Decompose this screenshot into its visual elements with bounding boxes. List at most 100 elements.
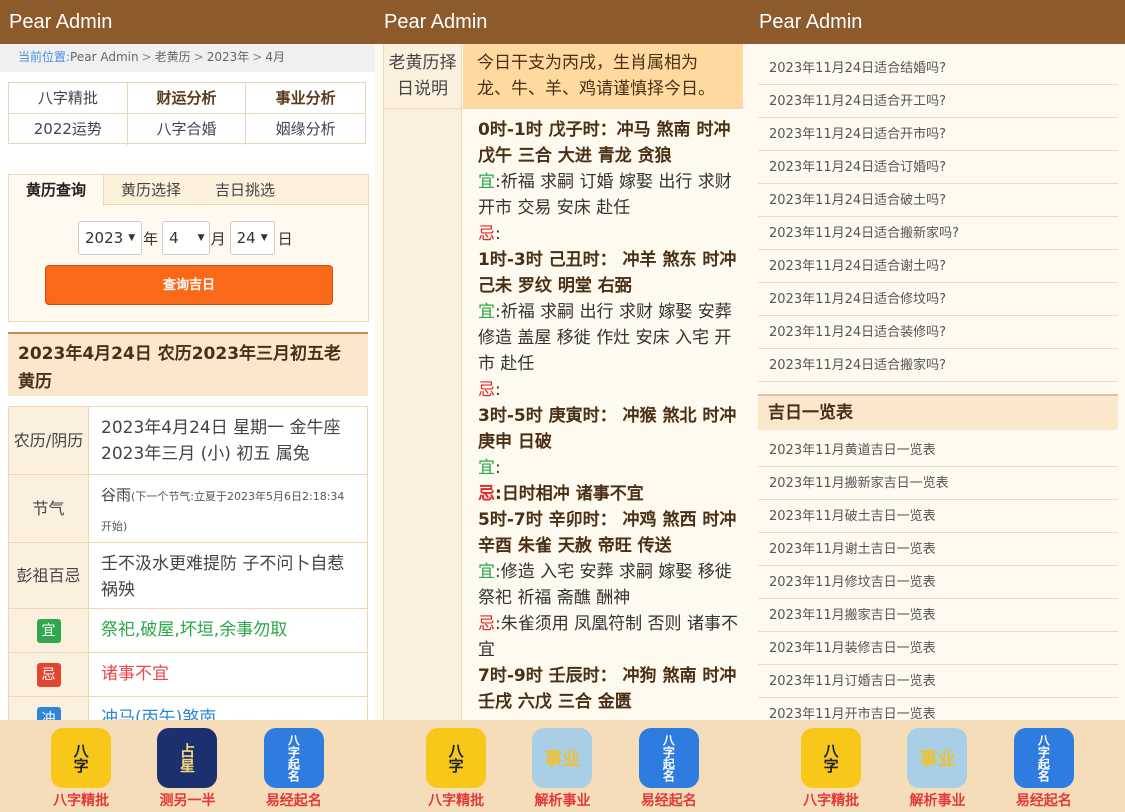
jieqi-value-cell: 谷雨(下一个节气:立夏于2023年5月6日2:18:34开始) bbox=[89, 475, 367, 542]
list-item[interactable]: 2023年11月24日适合谢土吗? bbox=[758, 250, 1118, 283]
hour-yi-text: 修造 入宅 安葬 求嗣 嫁娶 移徙 祭祀 祈福 斋醮 酬神 bbox=[478, 562, 732, 608]
colon: : bbox=[495, 484, 502, 504]
breadcrumb-month[interactable]: 4月 bbox=[265, 50, 285, 64]
nav-shiye[interactable]: 事业分析 bbox=[246, 83, 365, 114]
yi-label: 宜 bbox=[478, 172, 495, 192]
breadcrumb-separator: > bbox=[252, 50, 263, 64]
hour-title: 0时-1时 戊子时：冲马 煞南 时冲戊午 三合 大进 青龙 贪狼 bbox=[478, 120, 731, 166]
year-select[interactable]: 2023 ▼ bbox=[78, 221, 143, 255]
list-item[interactable]: 2023年11月24日适合搬新家吗? bbox=[758, 217, 1118, 250]
query-jiri-button[interactable]: 查询吉日 bbox=[45, 265, 333, 305]
hour-yi-text: 祈福 求嗣 出行 求财 嫁娶 安葬 修造 盖屋 移徙 作灶 安床 入宅 开市 赴… bbox=[478, 302, 732, 374]
app-naming[interactable]: 八字起名 易经起名 bbox=[999, 720, 1089, 812]
list-item[interactable]: 2023年11月黄道吉日一览表 bbox=[758, 434, 1118, 467]
yellow-calendar-label-col: 老黄历择日说明 bbox=[384, 44, 462, 724]
list-item[interactable]: 2023年11月24日适合修坟吗? bbox=[758, 283, 1118, 316]
jiri-section-title: 吉日一览表 bbox=[758, 394, 1118, 430]
app-label: 八字精批 bbox=[53, 793, 110, 809]
hour-ji: 忌:日时相冲 诸事不宜 bbox=[478, 481, 743, 507]
hour-list: 0时-1时 戊子时：冲马 煞南 时冲戊午 三合 大进 青龙 贪狼 宜:祈福 求嗣… bbox=[463, 110, 743, 715]
tab-huangli-query[interactable]: 黄历查询 bbox=[9, 175, 105, 206]
yi-tag: 宜 bbox=[36, 618, 61, 643]
hour-yi: 宜:祈福 求嗣 出行 求财 嫁娶 安葬 修造 盖屋 移徙 作灶 安床 入宅 开市… bbox=[478, 299, 743, 377]
query-tabs: 黄历查询 黄历选择 吉日挑选 bbox=[9, 175, 368, 206]
nav-bazi-hehun[interactable]: 八字合婚 bbox=[128, 114, 247, 145]
day-title: 2023年4月24日 农历2023年三月初五老黄历 bbox=[8, 332, 368, 396]
breadcrumb-home[interactable]: Pear Admin bbox=[70, 50, 139, 64]
jiri-list: 2023年11月黄道吉日一览表 2023年11月搬新家吉日一览表 2023年11… bbox=[758, 434, 1118, 731]
app-label: 八字精批 bbox=[428, 793, 485, 809]
list-item[interactable]: 2023年11月谢土吉日一览表 bbox=[758, 533, 1118, 566]
hour-block: 5时-7时 辛卯时： 冲鸡 煞西 时冲辛酉 朱雀 天赦 帝旺 传送 宜:修造 入… bbox=[478, 507, 743, 663]
list-item[interactable]: 2023年11月24日适合订婚吗? bbox=[758, 151, 1118, 184]
hour-yi: 宜:祈福 求嗣 订婚 嫁娶 出行 求财 开市 交易 安床 赴任 bbox=[478, 169, 743, 221]
ji-label: 忌 bbox=[478, 380, 495, 400]
list-item[interactable]: 2023年11月24日适合结婚吗? bbox=[758, 52, 1118, 85]
day-unit: 日 bbox=[277, 229, 293, 248]
pengzu-value: 壬不汲水更难提防 子不问卜自惹祸殃 bbox=[101, 554, 345, 600]
star-icon: 占星 bbox=[157, 728, 218, 788]
yi-label: 宜 bbox=[478, 302, 495, 322]
app-star[interactable]: 占星 测另一半 bbox=[142, 720, 232, 812]
list-item[interactable]: 2023年11月搬新家吉日一览表 bbox=[758, 467, 1118, 500]
list-item[interactable]: 2023年11月修坟吉日一览表 bbox=[758, 566, 1118, 599]
detail-row-yi: 宜 祭祀,破屋,坏垣,余事勿取 bbox=[9, 609, 367, 653]
ji-value: 诸事不宜 bbox=[101, 664, 169, 684]
month-value: 4 bbox=[169, 229, 179, 247]
app-title: Pear Admin bbox=[750, 0, 1125, 44]
chevron-down-icon: ▼ bbox=[197, 233, 205, 243]
list-item[interactable]: 2023年11月搬家吉日一览表 bbox=[758, 599, 1118, 632]
month-select[interactable]: 4 ▼ bbox=[162, 221, 210, 255]
career-icon-text: 事业 bbox=[544, 749, 581, 770]
hour-yi: 宜:修造 入宅 安葬 求嗣 嫁娶 移徙 祭祀 祈福 斋醮 酬神 bbox=[478, 559, 743, 611]
app-bazi[interactable]: 八字 八字精批 bbox=[786, 720, 876, 812]
list-item[interactable]: 2023年11月装修吉日一览表 bbox=[758, 632, 1118, 665]
hour-block: 1时-3时 己丑时： 冲羊 煞东 时冲己未 罗纹 明堂 右弼 宜:祈福 求嗣 出… bbox=[478, 247, 743, 403]
year-unit: 年 bbox=[143, 229, 159, 248]
nav-yinyuan[interactable]: 姻缘分析 bbox=[246, 114, 365, 145]
hour-ji: 忌: bbox=[478, 377, 743, 403]
breadcrumb-laohuangli[interactable]: 老黄历 bbox=[155, 50, 191, 64]
ji-label: 忌 bbox=[478, 614, 495, 634]
app-label: 八字精批 bbox=[803, 793, 860, 809]
list-item[interactable]: 2023年11月24日适合开工吗? bbox=[758, 85, 1118, 118]
bazi-icon: 八字 bbox=[426, 728, 487, 788]
yi-value: 祭祀,破屋,坏垣,余事勿取 bbox=[101, 620, 288, 640]
list-item[interactable]: 2023年11月订婚吉日一览表 bbox=[758, 665, 1118, 698]
colon: : bbox=[495, 380, 501, 400]
tab-jiri-pick[interactable]: 吉日挑选 bbox=[198, 175, 292, 204]
app-label: 易经起名 bbox=[265, 793, 322, 809]
nav-caiyun[interactable]: 财运分析 bbox=[127, 83, 247, 114]
bazi-icon-text: 八字 bbox=[821, 743, 840, 773]
naming-icon-text: 八字起名 bbox=[1036, 734, 1051, 782]
pengzu-label: 彭祖百忌 bbox=[9, 543, 89, 608]
app-naming[interactable]: 八字起名 易经起名 bbox=[249, 720, 339, 812]
breadcrumb-year[interactable]: 2023年 bbox=[207, 50, 250, 64]
app-career[interactable]: 事业 解析事业 bbox=[892, 720, 982, 812]
day-select[interactable]: 24 ▼ bbox=[229, 221, 275, 255]
nav-2022-yunshi[interactable]: 2022运势 bbox=[9, 114, 128, 145]
detail-row-ji: 忌 诸事不宜 bbox=[9, 653, 367, 697]
list-item[interactable]: 2023年11月破土吉日一览表 bbox=[758, 500, 1118, 533]
naming-icon-text: 八字起名 bbox=[286, 734, 301, 782]
app-naming[interactable]: 八字起名 易经起名 bbox=[624, 720, 714, 812]
list-item[interactable]: 2023年11月24日适合搬家吗? bbox=[758, 349, 1118, 382]
day-details-table: 农历/阴历 2023年4月24日 星期一 金牛座 2023年三月 (小) 初五 … bbox=[8, 406, 368, 742]
app-bazi[interactable]: 八字 八字精批 bbox=[411, 720, 501, 812]
query-box: 黄历查询 黄历选择 吉日挑选 2023 ▼ 年 4 ▼ 月 24 ▼ 日 查询吉日 bbox=[8, 174, 369, 322]
app-bazi[interactable]: 八字 八字精批 bbox=[36, 720, 126, 812]
list-item[interactable]: 2023年11月24日适合破土吗? bbox=[758, 184, 1118, 217]
app-career[interactable]: 事业 解析事业 bbox=[517, 720, 607, 812]
nav-bazi-jingpi[interactable]: 八字精批 bbox=[9, 83, 128, 114]
yellow-calendar-label: 老黄历择日说明 bbox=[384, 44, 461, 109]
month-unit: 月 bbox=[210, 229, 226, 248]
bazi-icon: 八字 bbox=[51, 728, 112, 788]
hour-title: 1时-3时 己丑时： 冲羊 煞东 时冲己未 罗纹 明堂 右弼 bbox=[478, 250, 737, 296]
career-icon: 事业 bbox=[907, 728, 968, 788]
tab-huangli-select[interactable]: 黄历选择 bbox=[104, 175, 198, 204]
list-item[interactable]: 2023年11月24日适合开市吗? bbox=[758, 118, 1118, 151]
list-item[interactable]: 2023年11月24日适合装修吗? bbox=[758, 316, 1118, 349]
app-bar-middle: 八字 八字精批 事业 解析事业 八字起名 易经起名 bbox=[375, 720, 750, 812]
hour-yi: 宜: bbox=[478, 455, 743, 481]
chevron-down-icon: ▼ bbox=[260, 233, 268, 243]
